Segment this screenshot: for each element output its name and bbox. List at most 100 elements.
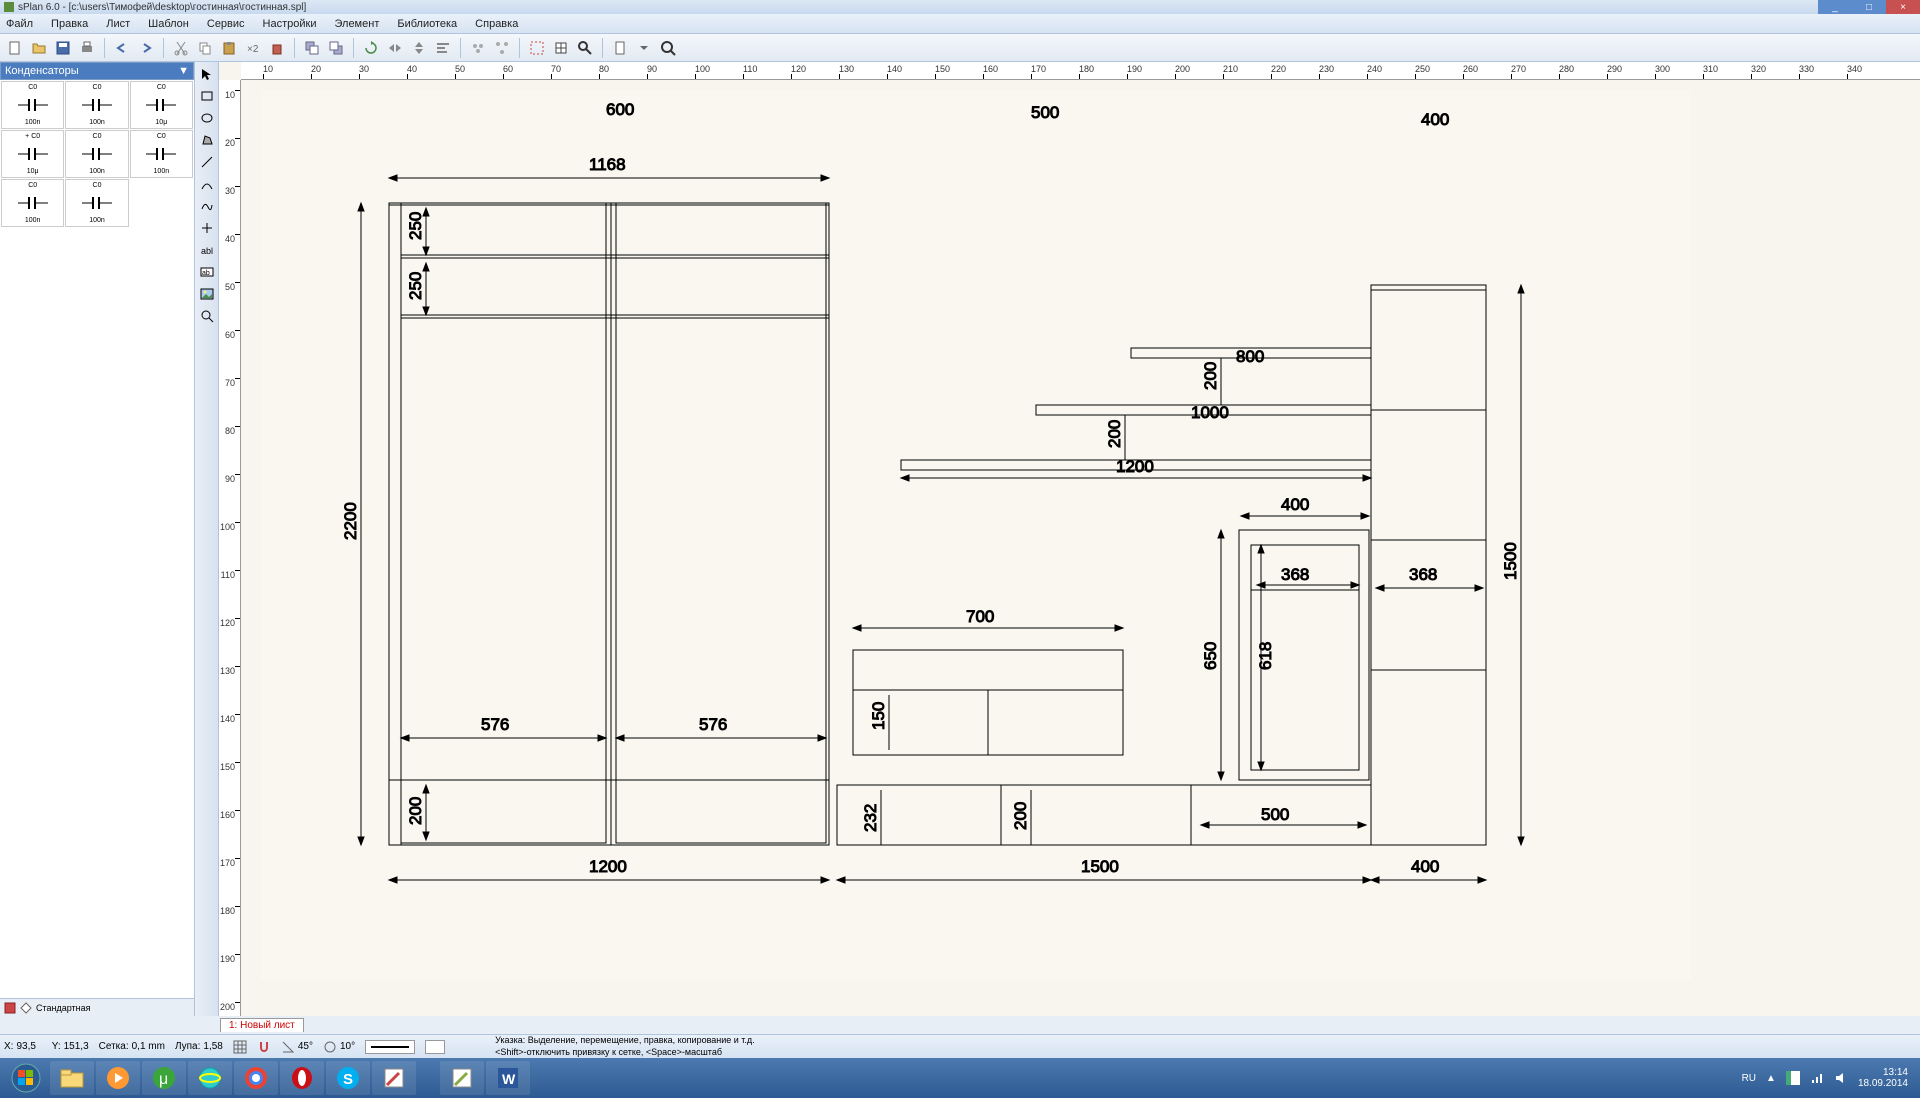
flag-icon[interactable] [1786, 1071, 1800, 1085]
spline-tool[interactable] [197, 196, 217, 216]
back-button[interactable] [325, 37, 347, 59]
group-button[interactable] [467, 37, 489, 59]
menu-edit[interactable]: Правка [51, 18, 88, 30]
redo-button[interactable] [135, 37, 157, 59]
magnify-tool[interactable] [197, 306, 217, 326]
sheet-tab-1[interactable]: 1: Новый лист [220, 1018, 304, 1032]
explorer-button[interactable] [50, 1061, 94, 1095]
undo-button[interactable] [111, 37, 133, 59]
splan-taskbar-button[interactable] [440, 1061, 484, 1095]
fillcolor-combo[interactable] [425, 1040, 445, 1054]
menubar: Файл Правка Лист Шаблон Сервис Настройки… [0, 14, 1920, 34]
ungroup-button[interactable] [491, 37, 513, 59]
zoom-button[interactable] [657, 37, 679, 59]
menu-service[interactable]: Сервис [207, 18, 245, 30]
rotate-button[interactable] [360, 37, 382, 59]
page-button[interactable] [609, 37, 631, 59]
symbol-cap1[interactable]: C0100n [1, 81, 64, 129]
layers-button[interactable] [550, 37, 572, 59]
tray-up-icon[interactable]: ▲ [1766, 1073, 1776, 1084]
menu-sheet[interactable]: Лист [106, 18, 130, 30]
align-button[interactable] [432, 37, 454, 59]
print-button[interactable] [76, 37, 98, 59]
menu-settings[interactable]: Настройки [263, 18, 317, 30]
menu-template[interactable]: Шаблон [148, 18, 189, 30]
image-tool[interactable] [197, 284, 217, 304]
snap-button[interactable] [526, 37, 548, 59]
page-dd-button[interactable] [633, 37, 655, 59]
component-panel: Конденсаторы ▼ C0100nC0100nC010μ+ C010μC… [0, 62, 195, 1016]
search-button[interactable] [574, 37, 596, 59]
cut-button[interactable] [170, 37, 192, 59]
menu-element[interactable]: Элемент [334, 18, 379, 30]
delete-button[interactable] [266, 37, 288, 59]
flip-v-button[interactable] [408, 37, 430, 59]
opera-button[interactable] [280, 1061, 324, 1095]
close-button[interactable]: × [1886, 0, 1920, 14]
symbol-cap3[interactable]: C010μ [130, 81, 193, 129]
network-icon[interactable] [1810, 1071, 1824, 1085]
copy-button[interactable] [194, 37, 216, 59]
angle-10[interactable]: 10° [323, 1040, 355, 1054]
new-button[interactable] [4, 37, 26, 59]
menu-library[interactable]: Библиотека [397, 18, 457, 30]
textbox-tool[interactable]: ab [197, 262, 217, 282]
canvas[interactable]: 600 500 400 1168 [241, 80, 1920, 1016]
pointer-tool[interactable] [197, 64, 217, 84]
maximize-button[interactable]: □ [1852, 0, 1886, 14]
symbol-cap2[interactable]: C0100n [65, 81, 128, 129]
wmp-button[interactable] [96, 1061, 140, 1095]
symbol-cap6[interactable]: C0100n [130, 130, 193, 178]
menu-file[interactable]: Файл [6, 18, 33, 30]
text-tool[interactable]: abl [197, 240, 217, 260]
start-button[interactable] [4, 1060, 48, 1096]
lib-icon [4, 1002, 16, 1014]
svg-text:250: 250 [406, 272, 425, 300]
angle-45[interactable]: 45° [281, 1040, 313, 1054]
svg-text:400: 400 [1421, 110, 1449, 129]
svg-text:1200: 1200 [1116, 457, 1154, 476]
vertical-ruler: 1020304050607080901001101201301401501601… [219, 80, 241, 1016]
linewidth-combo[interactable] [365, 1040, 415, 1054]
line-tool[interactable] [197, 152, 217, 172]
poly-tool[interactable] [197, 130, 217, 150]
symbol-cap7[interactable]: C0100n [1, 179, 64, 227]
grid-toggle[interactable] [233, 1040, 247, 1054]
svg-text:1168: 1168 [589, 155, 626, 174]
front-button[interactable] [301, 37, 323, 59]
curve-tool[interactable] [197, 174, 217, 194]
symbol-cap4[interactable]: + C010μ [1, 130, 64, 178]
canvas-wrap: 1020304050607080901001101201301401501601… [219, 62, 1920, 1016]
coord-readout: X: 93,5 [4, 1041, 42, 1052]
open-button[interactable] [28, 37, 50, 59]
clock-time[interactable]: 13:14 [1858, 1067, 1908, 1078]
node-tool[interactable] [197, 218, 217, 238]
taskbar: μ S W RU ▲ 13:14 18.09.2014 [0, 1058, 1920, 1098]
word-taskbar-button[interactable]: W [486, 1061, 530, 1095]
save-button[interactable] [52, 37, 74, 59]
horizontal-ruler: 1020304050607080901001101201301401501601… [241, 62, 1920, 80]
zoom-readout: Лупа: 1,58 [175, 1041, 223, 1052]
flip-h-button[interactable] [384, 37, 406, 59]
chrome-button[interactable] [234, 1061, 278, 1095]
paste-button[interactable] [218, 37, 240, 59]
menu-help[interactable]: Справка [475, 18, 518, 30]
svg-text:250: 250 [406, 212, 425, 240]
combo-value: Конденсаторы [5, 65, 79, 77]
utorrent-button[interactable]: μ [142, 1061, 186, 1095]
svg-text:618: 618 [1256, 642, 1275, 670]
lang-indicator[interactable]: RU [1742, 1073, 1756, 1084]
symbol-cap8[interactable]: C0100n [65, 179, 128, 227]
symbol-cap5[interactable]: C0100n [65, 130, 128, 178]
magnet-toggle[interactable] [257, 1040, 271, 1054]
circle-tool[interactable] [197, 108, 217, 128]
minimize-button[interactable]: _ [1818, 0, 1852, 14]
ie-button[interactable] [188, 1061, 232, 1095]
rect-tool[interactable] [197, 86, 217, 106]
paint-button[interactable] [372, 1061, 416, 1095]
volume-icon[interactable] [1834, 1071, 1848, 1085]
skype-button[interactable]: S [326, 1061, 370, 1095]
component-category-combo[interactable]: Конденсаторы ▼ [0, 62, 194, 80]
main-toolbar: ×2 [0, 34, 1920, 62]
duplicate-button[interactable]: ×2 [242, 37, 264, 59]
